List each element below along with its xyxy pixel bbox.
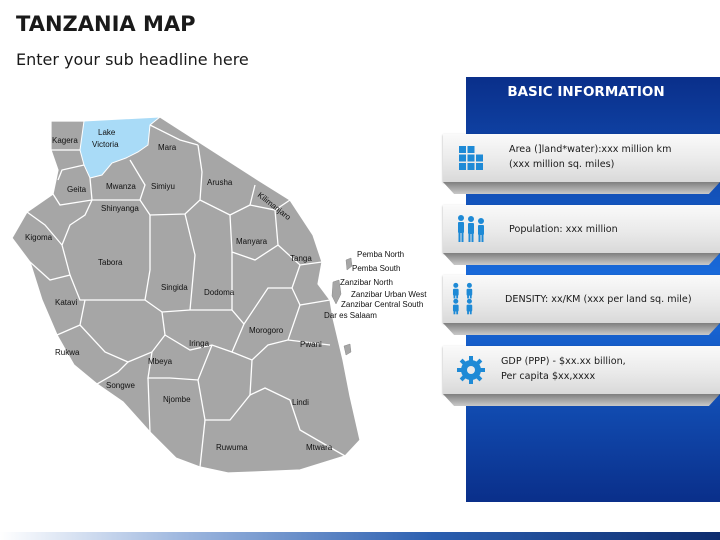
region-label: Tabora [98, 258, 123, 267]
region-label: Mtwara [306, 443, 333, 452]
region-label: Rukwa [55, 348, 80, 357]
area-line-2: (xxx million sq. miles) [509, 159, 615, 170]
region-label: Manyara [236, 237, 268, 246]
area-text: Area (]land*water):xxx million km (xxx m… [509, 142, 714, 172]
region-label: Arusha [207, 178, 233, 187]
gdp-line-2: Per capita $xx,xxxx [501, 371, 596, 382]
region-label: Geita [67, 185, 87, 194]
info-header: BASIC INFORMATION [507, 84, 665, 100]
region-label: Mwanza [106, 182, 136, 191]
region-label: Dodoma [204, 288, 235, 297]
tanzania-map: Kagera Mara Geita Mwanza Simiyu Shinyang… [11, 116, 427, 474]
island-label: Zanzibar Urban West [351, 290, 427, 299]
grid-icon [459, 146, 483, 170]
gdp-card: GDP (PPP) - $xx.xx billion, Per capita $… [443, 346, 720, 394]
area-card: Area (]land*water):xxx million km (xxx m… [443, 134, 720, 182]
gear-icon [457, 356, 485, 384]
region-label: Simiyu [151, 182, 175, 191]
region-label: Morogoro [249, 326, 284, 335]
region-label: Shinyanga [101, 204, 139, 213]
region-label: Singida [161, 283, 188, 292]
lake-label: Victoria [92, 140, 119, 149]
bottom-accent-bar [0, 532, 720, 540]
density-text: DENSITY: xx/KM (xxx per land sq. mile) [505, 294, 692, 305]
region-label: Lindi [292, 398, 309, 407]
island-labels: Pemba North Pemba South Zanzibar North Z… [324, 250, 427, 320]
region-label: Tanga [290, 254, 312, 263]
region-label: Mbeya [148, 357, 173, 366]
region-label: Kagera [52, 136, 78, 145]
tanzania-mainland [11, 116, 361, 474]
region-label: Katavi [55, 298, 77, 307]
gdp-text: GDP (PPP) - $xx.xx billion, Per capita $… [501, 354, 706, 384]
region-label: Njombe [163, 395, 191, 404]
region-label: Pwani [300, 340, 322, 349]
island-label: Pemba South [352, 264, 400, 273]
region-label: Mara [158, 143, 177, 152]
island-label: Zanzibar North [340, 278, 393, 287]
region-label: Kigoma [25, 233, 53, 242]
population-card: Population: xxx million [443, 205, 720, 253]
people-icon [458, 215, 484, 242]
island-label: Zanzibar Central South [341, 300, 423, 309]
lake-label: Lake [98, 128, 116, 137]
island-label: Dar es Salaam [324, 311, 377, 320]
island-label: Pemba North [357, 250, 404, 259]
gdp-line-1: GDP (PPP) - $xx.xx billion, [501, 356, 626, 367]
region-label: Songwe [106, 381, 135, 390]
region-label: Ruwuma [216, 443, 248, 452]
population-text: Population: xxx million [509, 224, 618, 235]
area-line-1: Area (]land*water):xxx million km [509, 144, 672, 155]
region-label: Iringa [189, 339, 210, 348]
people-grid-icon [452, 282, 473, 315]
density-card: DENSITY: xx/KM (xxx per land sq. mile) [443, 275, 720, 323]
